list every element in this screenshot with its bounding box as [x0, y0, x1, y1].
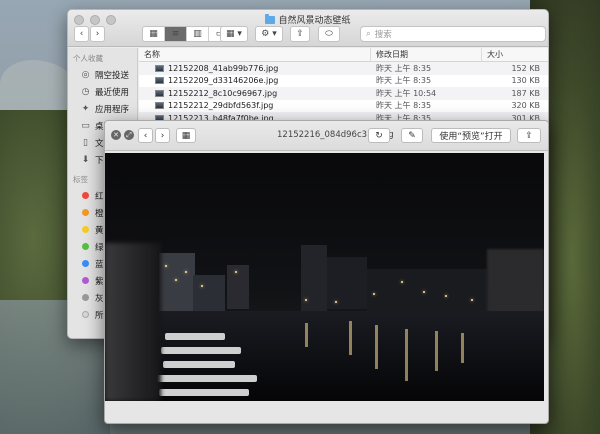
- purple-tag-dot-icon: [82, 277, 89, 284]
- share-button[interactable]: ⇪: [290, 26, 310, 42]
- all-tags-icon: [82, 311, 89, 318]
- search-field[interactable]: ⌕ 搜索: [360, 26, 546, 42]
- applications-icon: ✦: [81, 103, 90, 114]
- close-icon: ✕: [113, 131, 119, 139]
- red-tag-dot-icon: [82, 192, 89, 199]
- column-header-name[interactable]: 名称: [139, 48, 371, 61]
- column-header-date[interactable]: 修改日期: [371, 48, 482, 61]
- group-grid-icon: ▦ ▾: [226, 29, 242, 39]
- document-icon: ▯: [83, 137, 88, 148]
- image-thumbnail-icon: [155, 102, 164, 110]
- back-button[interactable]: ‹: [74, 26, 89, 42]
- clock-icon: ◷: [81, 86, 90, 97]
- quicklook-toolbar: ✕ ⤢ ‹ › ▦ 12152216_084d96c316.jpg ↻ ✎ 使用…: [105, 121, 548, 151]
- gear-icon: ⚙ ▾: [261, 29, 277, 39]
- rotate-button[interactable]: ↻: [368, 128, 390, 143]
- share-icon: ⇪: [525, 130, 533, 141]
- chevron-left-icon: ‹: [143, 130, 148, 141]
- quicklook-window: ✕ ⤢ ‹ › ▦ 12152216_084d96c316.jpg ↻ ✎ 使用…: [104, 120, 549, 424]
- download-icon: ⬇: [81, 154, 90, 165]
- sidebar-item-applications[interactable]: ✦ 应用程序: [68, 100, 137, 117]
- finder-titlebar: 自然风景动态壁纸 ‹ › ▦ ≡ ▥ ▭ ▦ ▾ ⚙ ▾ ⇪ ⬭ ⌕ 搜索: [68, 10, 548, 47]
- chevron-right-icon: ›: [160, 130, 165, 141]
- next-item-button[interactable]: ›: [155, 128, 170, 143]
- file-list-header: 名称 修改日期 大小: [139, 48, 548, 62]
- folder-icon: [265, 14, 276, 24]
- group-button[interactable]: ▦ ▾: [220, 26, 248, 42]
- previous-item-button[interactable]: ‹: [138, 128, 153, 143]
- markup-pen-icon: ✎: [408, 130, 416, 141]
- tag-icon: ⬭: [325, 29, 333, 39]
- column-header-size[interactable]: 大小: [482, 48, 548, 61]
- chevron-right-icon: ›: [95, 29, 100, 39]
- action-button[interactable]: ⚙ ▾: [255, 26, 283, 42]
- desktop-icon: ▭: [81, 120, 90, 131]
- search-icon: ⌕: [366, 29, 371, 39]
- grid-icon: ▦: [149, 29, 158, 39]
- favorites-header: 个人收藏: [73, 54, 103, 63]
- markup-button[interactable]: ✎: [401, 128, 423, 143]
- airdrop-icon: ◎: [81, 69, 90, 80]
- column-view-button[interactable]: ▥: [187, 27, 209, 41]
- yellow-tag-dot-icon: [82, 226, 89, 233]
- chevron-left-icon: ‹: [79, 29, 84, 39]
- quicklook-close-button[interactable]: ✕: [111, 130, 121, 140]
- window-title: 自然风景动态壁纸: [68, 13, 548, 26]
- file-rows: 12152208_41ab99b776.jpg 昨天 上午 8:35 152 K…: [139, 62, 548, 125]
- blue-tag-dot-icon: [82, 260, 89, 267]
- sidebar-item-airdrop[interactable]: ◎ 隔空投送: [68, 66, 137, 83]
- share-button[interactable]: ⇪: [517, 128, 541, 143]
- image-thumbnail-icon: [155, 89, 164, 97]
- file-row[interactable]: 12152212_8c10c96967.jpg 昨天 上午 10:54 187 …: [139, 87, 548, 100]
- file-row[interactable]: 12152209_d33146206e.jpg 昨天 上午 8:35 130 K…: [139, 75, 548, 88]
- index-sheet-button[interactable]: ▦: [176, 128, 196, 143]
- view-mode-selector: ▦ ≡ ▥ ▭: [142, 26, 232, 42]
- icon-view-button[interactable]: ▦: [143, 27, 165, 41]
- open-with-preview-button[interactable]: 使用“预览”打开: [431, 128, 511, 143]
- file-row[interactable]: 12152212_29dbfd563f.jpg 昨天 上午 8:35 320 K…: [139, 100, 548, 113]
- sidebar-item-recents[interactable]: ◷ 最近使用: [68, 83, 137, 100]
- image-thumbnail-icon: [155, 77, 164, 85]
- columns-icon: ▥: [193, 29, 202, 39]
- image-preview: [105, 153, 544, 401]
- green-tag-dot-icon: [82, 243, 89, 250]
- grid-icon: ▦: [181, 130, 191, 141]
- quicklook-fullscreen-button[interactable]: ⤢: [124, 130, 134, 140]
- image-thumbnail-icon: [155, 64, 164, 72]
- forward-button[interactable]: ›: [90, 26, 105, 42]
- file-row[interactable]: 12152208_41ab99b776.jpg 昨天 上午 8:35 152 K…: [139, 62, 548, 75]
- orange-tag-dot-icon: [82, 209, 89, 216]
- rotate-icon: ↻: [375, 130, 383, 141]
- fullscreen-icon: ⤢: [126, 130, 132, 139]
- tag-button[interactable]: ⬭: [318, 26, 340, 42]
- list-icon: ≡: [171, 29, 180, 39]
- list-view-button[interactable]: ≡: [165, 27, 187, 41]
- gray-tag-dot-icon: [82, 294, 89, 301]
- share-icon: ⇪: [296, 29, 304, 39]
